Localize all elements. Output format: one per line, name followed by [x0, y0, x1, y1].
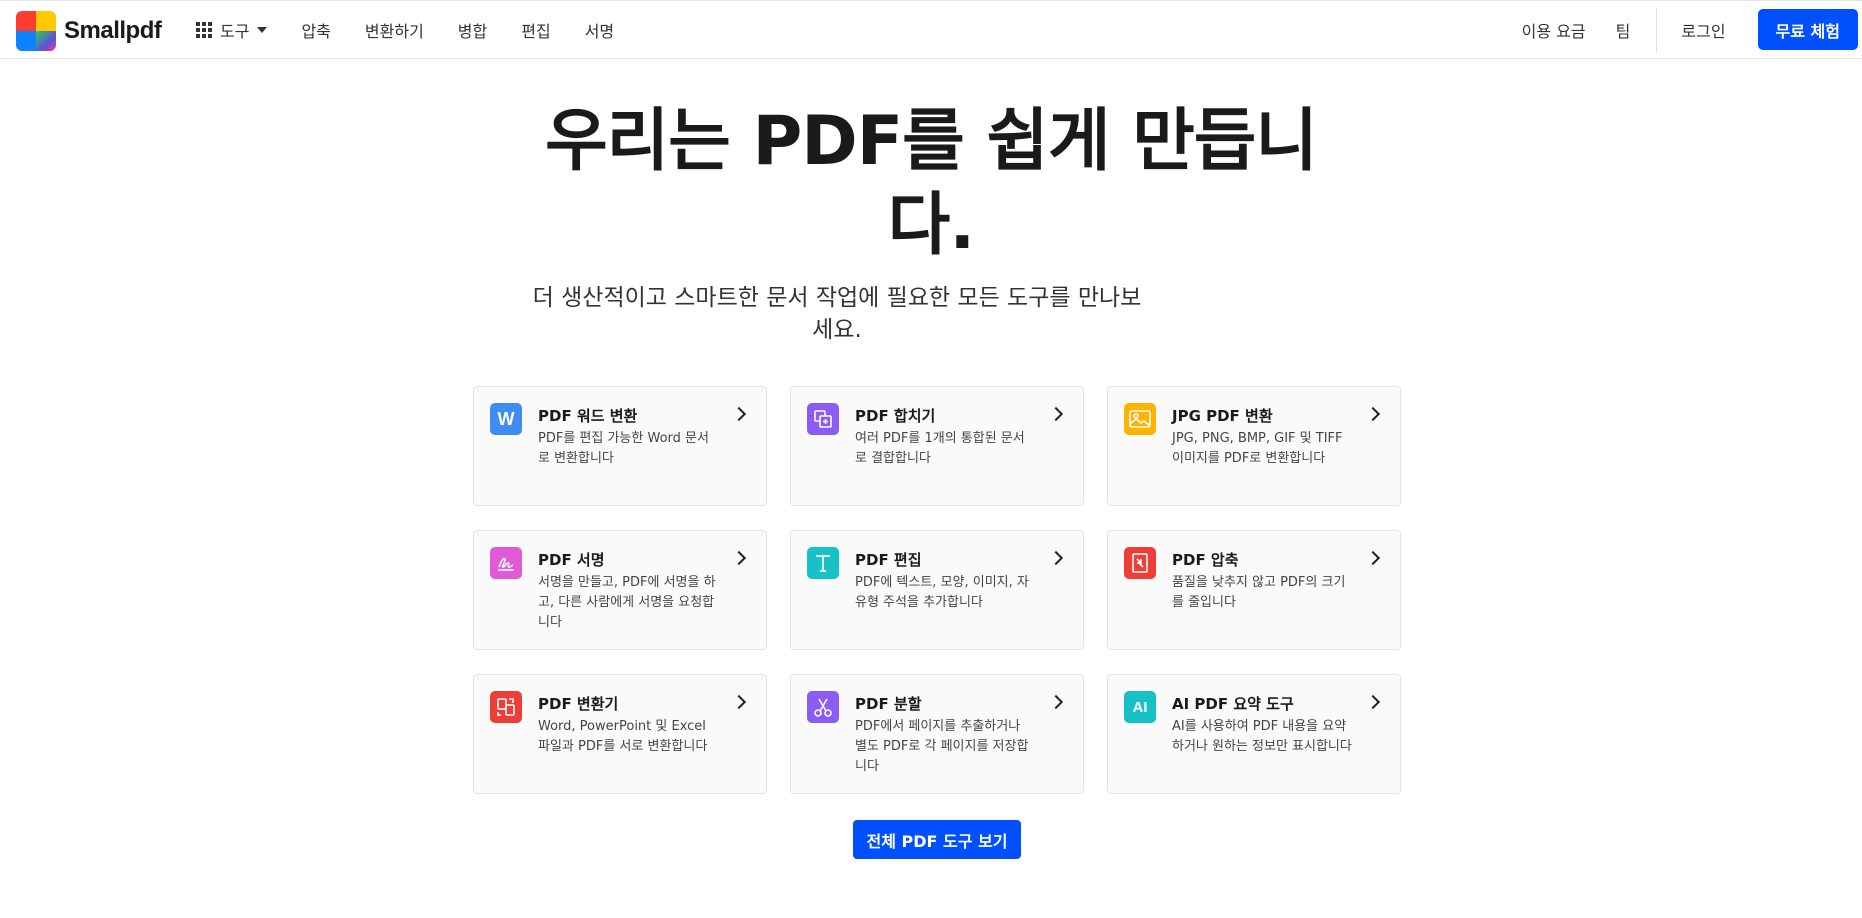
tool-card-edit-pdf[interactable]: PDF 편집 PDF에 텍스트, 모양, 이미지, 자유형 주석을 추가합니다 — [790, 530, 1084, 650]
logo-icon — [16, 11, 56, 51]
chevron-down-icon — [257, 26, 268, 33]
word-icon: W — [490, 403, 522, 435]
card-title: PDF 합치기 — [855, 407, 936, 425]
nav-divider — [1656, 7, 1658, 52]
card-title: PDF 변환기 — [538, 695, 619, 713]
card-title: AI PDF 요약 도구 — [1172, 695, 1294, 713]
chevron-right-icon — [1048, 406, 1064, 422]
chevron-right-icon — [731, 694, 747, 710]
tool-card-pdf-to-word[interactable]: W PDF 워드 변환 PDF를 편집 가능한 Word 문서로 변환합니다 — [473, 386, 767, 506]
tools-menu-label: 도구 — [220, 21, 250, 41]
free-trial-button[interactable]: 무료 체험 — [1757, 9, 1858, 50]
nav-link-convert[interactable]: 변환하기 — [365, 18, 424, 42]
chevron-right-icon — [731, 406, 747, 422]
tool-card-merge-pdf[interactable]: PDF 합치기 여러 PDF를 1개의 통합된 문서로 결합합니다 — [790, 386, 1084, 506]
scissors-icon — [807, 691, 839, 723]
tool-card-sign-pdf[interactable]: PDF 서명 서명을 만들고, PDF에 서명을 하고, 다른 사람에게 서명을… — [473, 530, 767, 650]
chevron-right-icon — [1048, 550, 1064, 566]
nav-link-merge[interactable]: 병합 — [458, 18, 487, 42]
brand-name: Smallpdf — [64, 17, 162, 44]
tools-menu-button[interactable]: 도구 — [196, 18, 268, 42]
tool-card-split-pdf[interactable]: PDF 분할 PDF에서 페이지를 추출하거나 별도 PDF로 각 페이지를 저… — [790, 674, 1084, 794]
hero-subtitle: 더 생산적이고 스마트한 문서 작업에 필요한 모든 도구를 만나보세요. — [532, 285, 1142, 343]
smallpdf-logo[interactable]: Smallpdf — [16, 11, 162, 51]
card-description: 서명을 만들고, PDF에 서명을 하고, 다른 사람에게 서명을 요청합니다 — [538, 575, 716, 630]
card-description: PDF를 편집 가능한 Word 문서로 변환합니다 — [538, 431, 709, 466]
tool-card-compress-pdf[interactable]: PDF 압축 품질을 낮추지 않고 PDF의 크기를 줄입니다 — [1107, 530, 1401, 650]
login-link[interactable]: 로그인 — [1681, 18, 1725, 42]
card-title: PDF 분할 — [855, 695, 922, 713]
team-link[interactable]: 팀 — [1616, 18, 1631, 42]
card-description: PDF에서 페이지를 추출하거나 별도 PDF로 각 페이지를 저장합니다 — [855, 719, 1029, 774]
svg-text:W: W — [498, 409, 515, 429]
card-description: PDF에 텍스트, 모양, 이미지, 자유형 주석을 추가합니다 — [855, 575, 1029, 610]
card-description: AI를 사용하여 PDF 내용을 요약하거나 원하는 정보만 표시합니다 — [1172, 719, 1352, 754]
card-title: PDF 편집 — [855, 551, 922, 569]
card-title: PDF 워드 변환 — [538, 407, 638, 425]
signature-icon — [490, 547, 522, 579]
card-title: PDF 서명 — [538, 551, 605, 569]
card-description: 여러 PDF를 1개의 통합된 문서로 결합합니다 — [855, 431, 1025, 466]
nav-link-edit[interactable]: 편집 — [521, 18, 550, 42]
chevron-right-icon — [1365, 694, 1381, 710]
ai-icon: AI — [1124, 691, 1156, 723]
view-all-tools-button[interactable]: 전체 PDF 도구 보기 — [853, 820, 1021, 859]
nav-link-compress[interactable]: 압축 — [301, 18, 330, 42]
chevron-right-icon — [1365, 406, 1381, 422]
card-title: PDF 압축 — [1172, 551, 1239, 569]
text-edit-icon — [807, 547, 839, 579]
image-icon — [1124, 403, 1156, 435]
card-title: JPG PDF 변환 — [1172, 407, 1273, 425]
chevron-right-icon — [1365, 550, 1381, 566]
account-nav: 이용 요금 팀 로그인 무료 체험 — [1522, 1, 1862, 58]
hero-title: 우리는 PDF를 쉽게 만듭니다. — [545, 102, 1318, 265]
card-description: 품질을 낮추지 않고 PDF의 크기를 줄입니다 — [1172, 575, 1346, 610]
card-description: JPG, PNG, BMP, GIF 및 TIFF 이미지를 PDF로 변환합니… — [1172, 431, 1343, 466]
chevron-right-icon — [731, 550, 747, 566]
pricing-link[interactable]: 이용 요금 — [1522, 18, 1586, 42]
compress-icon — [1124, 547, 1156, 579]
tool-card-pdf-converter[interactable]: PDF 변환기 Word, PowerPoint 및 Excel 파일과 PDF… — [473, 674, 767, 794]
nav-link-sign[interactable]: 서명 — [585, 18, 614, 42]
apps-grid-icon — [196, 21, 212, 38]
convert-icon — [490, 691, 522, 723]
chevron-right-icon — [1048, 694, 1064, 710]
top-navigation-bar: Smallpdf 도구 압축 변환하기 병합 편집 서명 이용 요금 팀 로그인… — [0, 0, 1862, 59]
card-description: Word, PowerPoint 및 Excel 파일과 PDF를 서로 변환합… — [538, 719, 708, 754]
merge-icon — [807, 403, 839, 435]
main-nav: 도구 압축 변환하기 병합 편집 서명 — [196, 1, 614, 58]
tool-card-ai-pdf-summarizer[interactable]: AI AI PDF 요약 도구 AI를 사용하여 PDF 내용을 요약하거나 원… — [1107, 674, 1401, 794]
tool-card-jpg-to-pdf[interactable]: JPG PDF 변환 JPG, PNG, BMP, GIF 및 TIFF 이미지… — [1107, 386, 1401, 506]
